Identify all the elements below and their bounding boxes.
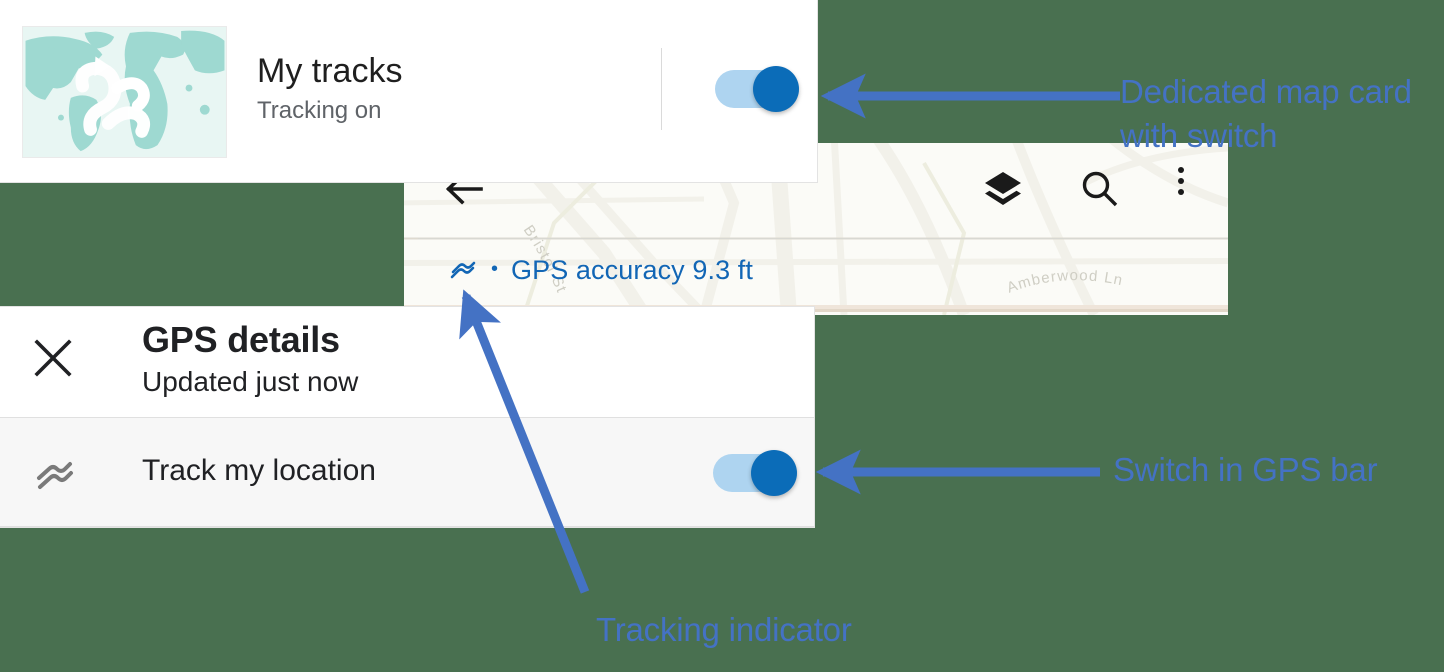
map-toolbar-divider — [418, 238, 1228, 239]
more-dot — [1178, 189, 1184, 195]
layers-icon[interactable] — [981, 167, 1025, 211]
my-tracks-card[interactable]: My tracks Tracking on — [0, 0, 818, 183]
toggle-knob — [751, 450, 797, 496]
track-squiggle-icon — [448, 253, 478, 288]
map-thumbnail-art — [23, 27, 226, 157]
more-dot — [1178, 167, 1184, 173]
more-dot — [1178, 178, 1184, 184]
card-vertical-divider — [661, 48, 662, 130]
gps-details-panel: GPS details Updated just now Track my lo… — [0, 306, 815, 528]
close-icon[interactable] — [32, 337, 74, 379]
gps-accuracy-bar[interactable]: • GPS accuracy 9.3 ft — [448, 253, 753, 288]
gps-details-title: GPS details — [142, 319, 340, 360]
toggle-knob — [753, 66, 799, 112]
annotation-map-card: Dedicated map card with switch — [1120, 73, 1412, 154]
gps-bullet: • — [491, 257, 499, 280]
more-vert-icon[interactable] — [1170, 167, 1192, 211]
track-squiggle-icon — [32, 450, 78, 496]
annotation-gps-switch: Switch in GPS bar — [1113, 451, 1378, 488]
track-my-location-toggle[interactable] — [713, 450, 797, 496]
gps-accuracy-text: GPS accuracy 9.3 ft — [511, 255, 754, 285]
track-my-location-label: Track my location — [142, 454, 376, 487]
search-icon[interactable] — [1077, 167, 1121, 211]
screenshot-stage: Bristol St Amberwood Ln • GPS accuracy 9… — [0, 0, 1444, 672]
my-tracks-subtitle: Tracking on — [257, 97, 382, 125]
gps-details-subtitle: Updated just now — [142, 366, 359, 397]
my-tracks-title: My tracks — [257, 52, 403, 90]
tracking-toggle[interactable] — [715, 66, 799, 112]
map-thumbnail — [22, 26, 227, 158]
track-my-location-row[interactable]: Track my location — [0, 418, 814, 527]
annotation-tracking-indicator: Tracking indicator — [596, 611, 852, 648]
my-tracks-texts: My tracks Tracking on — [257, 52, 402, 125]
gps-details-header: GPS details Updated just now — [0, 307, 814, 417]
